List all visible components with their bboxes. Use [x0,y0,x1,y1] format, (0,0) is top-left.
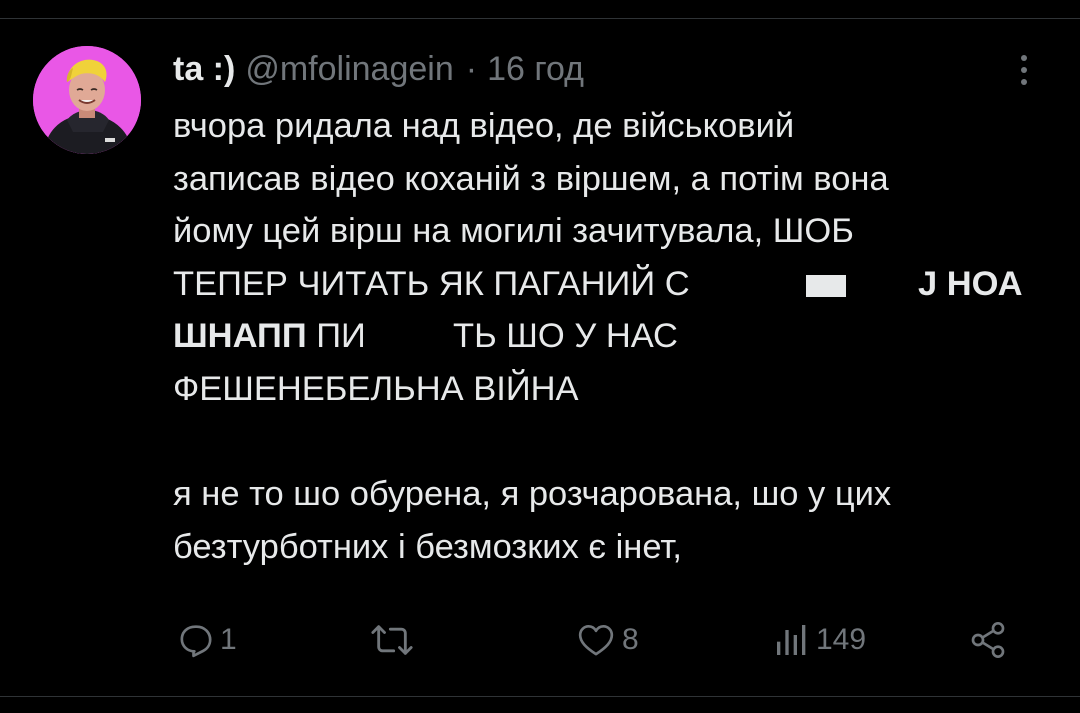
tweet-line-segment: ТЕПЕР ЧИТАТЬ ЯК ПАГАНИЙ С [173,264,690,303]
censor-box [806,275,846,297]
censor-mask [385,318,445,362]
share-icon [971,622,1005,658]
share-button[interactable] [968,612,1008,668]
bottom-divider [0,696,1080,697]
retweet-button[interactable] [370,612,418,668]
more-vertical-icon [1021,55,1027,85]
avatar-image [33,46,141,154]
tweet-line-segment: ПИ [316,317,366,356]
tweet-card: ta :) @mfolinagein · 16 год вчора ридала… [0,0,1080,713]
tweet-line-segment: ТЬ ШО У НАС [453,317,678,356]
views-count: 149 [816,623,867,656]
views-button[interactable]: 149 [772,612,866,668]
top-divider [0,18,1080,19]
heart-icon [578,625,614,656]
timestamp[interactable]: 16 год [487,50,584,89]
tweet-line: вчора ридала над відео, де військовий [173,107,795,145]
tweet-line: безтурботних і безмозких є інет, [173,527,682,566]
tweet-line-segment-bold: ШНАПП [173,317,307,356]
tweet-line: ФЕШЕНЕБЕЛЬНА ВІЙНА [173,369,579,408]
reply-icon [180,625,212,658]
reply-count: 1 [220,623,237,656]
tweet-line: ШНАПП ПИ ТЬ ШО У НАС [173,310,1043,363]
like-count: 8 [622,623,639,656]
tweet-line: я не то шо обурена, я розчарована, шо у … [173,475,892,514]
tweet-line: ТЕПЕР ЧИТАТЬ ЯК ПАГАНИЙ С Ј НОА [173,258,1043,311]
views-chart-icon [777,625,806,655]
action-bar: 1 8 149 [0,612,1080,668]
user-handle[interactable]: @mfolinagein [245,50,453,89]
tweet-line: йому цей вірш на могилі зачитувала, ШОБ [173,212,854,251]
avatar[interactable] [33,46,141,154]
more-options-button[interactable] [1012,50,1036,90]
separator-dot: · [465,49,478,88]
reply-button[interactable]: 1 [176,612,237,668]
tweet-header: ta :) @mfolinagein · 16 год [173,44,584,94]
retweet-icon [371,625,413,655]
tweet-line: записав відео коханій з віршем, а потім … [173,159,889,198]
tweet-line-segment-bold: Ј НОА [918,264,1023,303]
tweet-text: вчора ридала над відео, де військовий за… [173,100,1043,573]
like-button[interactable]: 8 [574,612,639,668]
display-name[interactable]: ta :) [173,50,235,89]
